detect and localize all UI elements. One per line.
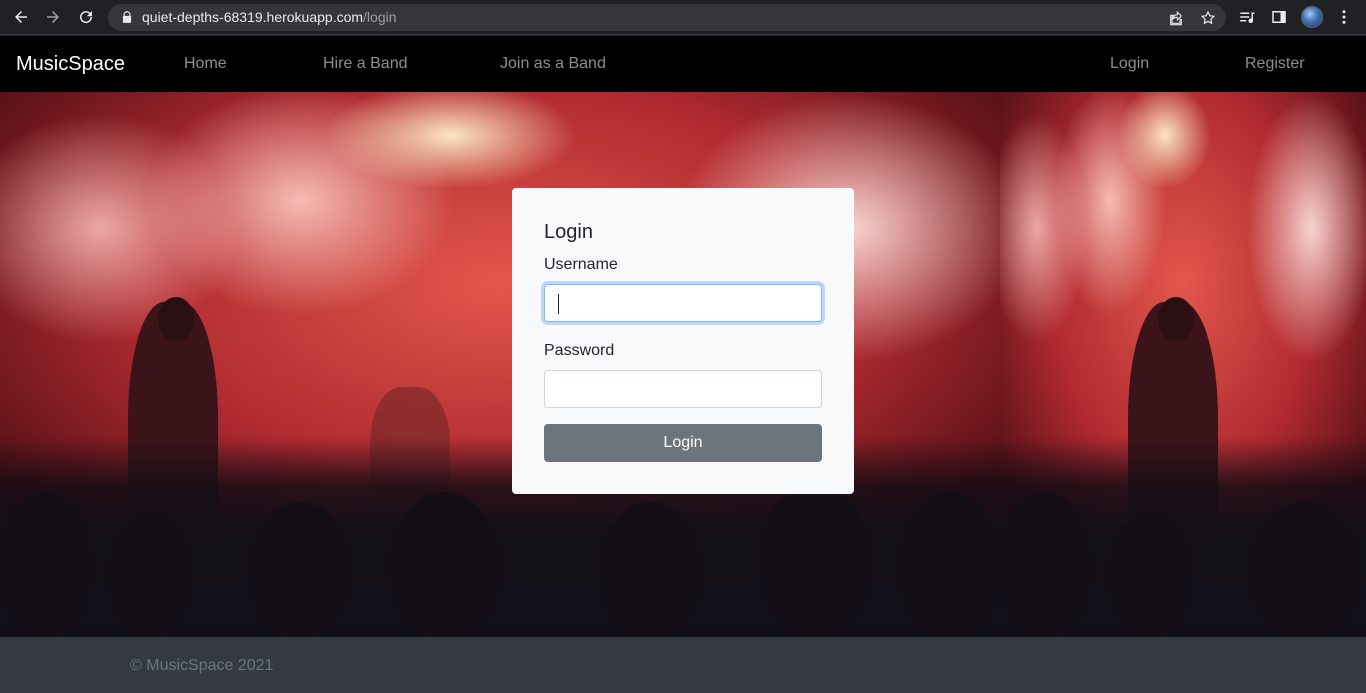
media-queue-icon[interactable] [1238,8,1256,26]
nav-home[interactable]: Home [184,55,227,73]
copyright-text: © MusicSpace 2021 [130,657,274,674]
password-label: Password [544,342,615,359]
brand-logo[interactable]: MusicSpace [16,53,125,76]
forward-icon[interactable] [42,6,64,28]
login-card: Login Username Password Login [512,188,854,494]
username-input[interactable] [544,284,822,322]
site-footer: © MusicSpace 2021 [0,637,1366,693]
menu-kebab-icon[interactable] [1335,8,1353,26]
url-host: quiet-depths-68319.herokuapp.com [142,9,364,25]
password-input[interactable] [544,370,822,408]
login-title: Login [544,221,593,243]
profile-avatar[interactable] [1301,6,1323,28]
address-bar[interactable]: quiet-depths-68319.herokuapp.com/login [108,4,1226,31]
bookmark-star-icon[interactable] [1200,10,1216,26]
back-icon[interactable] [10,6,32,28]
nav-register[interactable]: Register [1245,55,1305,73]
nav-hire-a-band[interactable]: Hire a Band [323,55,408,73]
username-label: Username [544,256,618,273]
reload-icon[interactable] [75,6,97,28]
site-navbar: MusicSpace Home Hire a Band Join as a Ba… [0,36,1366,92]
text-caret [558,294,559,314]
share-icon[interactable] [1168,10,1184,26]
side-panel-icon[interactable] [1270,8,1288,26]
lock-icon[interactable] [120,10,134,24]
nav-login[interactable]: Login [1110,55,1149,73]
nav-join-as-a-band[interactable]: Join as a Band [500,55,606,73]
concert-photo-repeat [1000,92,1366,637]
url-text: quiet-depths-68319.herokuapp.com/login [142,9,397,25]
url-path: /login [363,9,397,25]
login-submit-button[interactable]: Login [544,424,822,462]
browser-toolbar: quiet-depths-68319.herokuapp.com/login [0,0,1366,35]
